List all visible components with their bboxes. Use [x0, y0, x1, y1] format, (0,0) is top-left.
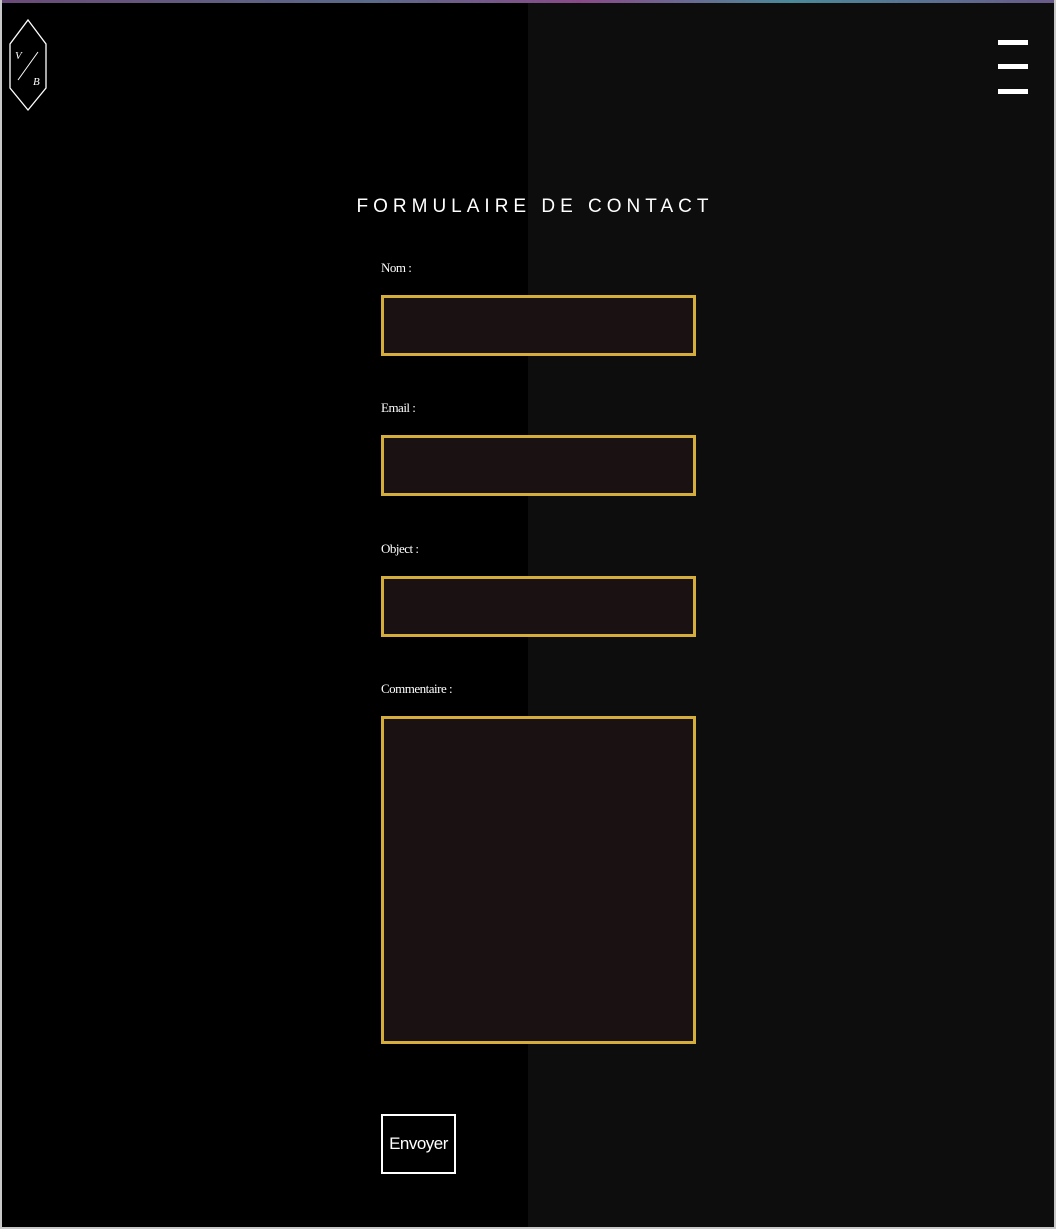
top-gradient-strip [2, 0, 1054, 3]
logo-letter-b: B [33, 76, 40, 88]
comment-textarea[interactable] [381, 716, 696, 1044]
menu-bar-bottom [998, 89, 1028, 94]
comment-label: Commentaire : [381, 681, 453, 696]
email-label: Email : [381, 400, 416, 415]
object-label: Object : [381, 541, 419, 556]
hamburger-menu-icon[interactable] [998, 38, 1030, 98]
name-label: Nom : [381, 260, 412, 275]
submit-button[interactable]: Envoyer [381, 1114, 456, 1174]
vb-logo-icon[interactable]: V B [8, 18, 48, 112]
page: V B FORMULAIRE DE CONTACT Nom : Email : … [2, 0, 1054, 1227]
logo-letter-v: V [15, 50, 23, 62]
menu-bar-middle [998, 64, 1028, 69]
menu-bar-top [998, 40, 1028, 45]
object-input[interactable] [381, 576, 696, 637]
form-title: FORMULAIRE DE CONTACT [356, 196, 714, 217]
name-input[interactable] [381, 295, 696, 356]
email-input[interactable] [381, 435, 696, 496]
